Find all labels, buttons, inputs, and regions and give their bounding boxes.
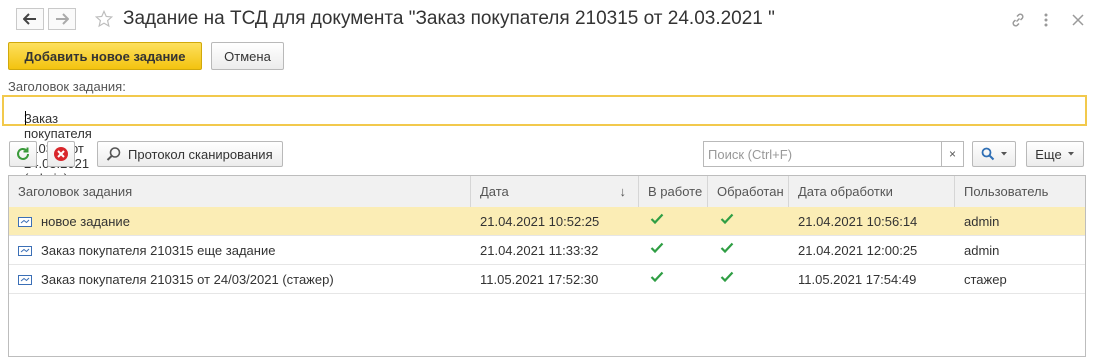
dropdown-arrow-icon bbox=[1067, 152, 1074, 156]
forward-arrow-icon bbox=[56, 13, 69, 25]
link-button[interactable] bbox=[1008, 10, 1028, 30]
check-icon bbox=[650, 213, 664, 225]
table-row[interactable]: Заказ покупателя 210315 от 24/03/2021 (с… bbox=[9, 265, 1085, 294]
refresh-icon bbox=[17, 147, 29, 160]
cell-date: 11.05.2021 17:52:30 bbox=[480, 272, 599, 287]
back-button[interactable] bbox=[16, 8, 44, 30]
search-input[interactable]: Поиск (Ctrl+F) bbox=[703, 141, 942, 167]
check-icon bbox=[720, 242, 734, 254]
search-icon bbox=[981, 147, 994, 161]
cell-user: стажер bbox=[964, 272, 1007, 287]
cell-date: 21.04.2021 11:33:32 bbox=[480, 243, 599, 258]
cell-processed-date: 11.05.2021 17:54:49 bbox=[798, 272, 917, 287]
cell-user: admin bbox=[964, 214, 1000, 229]
more-actions-label: Еще bbox=[1035, 146, 1062, 162]
cell-title: новое задание bbox=[41, 214, 130, 229]
task-title-label: Заголовок задания: bbox=[8, 79, 126, 94]
document-icon bbox=[18, 275, 32, 285]
more-menu-button[interactable] bbox=[1036, 10, 1056, 30]
close-icon bbox=[1072, 14, 1084, 26]
check-icon bbox=[720, 213, 734, 225]
close-button[interactable] bbox=[1068, 10, 1088, 30]
column-header-processed-date[interactable]: Дата обработки bbox=[789, 176, 955, 207]
refresh-button[interactable] bbox=[9, 141, 37, 167]
more-actions-button[interactable]: Еще bbox=[1026, 141, 1084, 167]
add-task-button[interactable]: Добавить новое задание bbox=[8, 42, 202, 70]
cell-title: Заказ покупателя 210315 еще задание bbox=[41, 243, 276, 258]
table-row[interactable]: Заказ покупателя 210315 еще задание 21.0… bbox=[9, 236, 1085, 265]
scan-log-button[interactable]: Протокол сканирования bbox=[97, 141, 283, 167]
cell-user: admin bbox=[964, 243, 1000, 258]
search-clear-button[interactable]: × bbox=[942, 141, 964, 167]
stop-button[interactable] bbox=[47, 141, 75, 167]
dropdown-arrow-icon bbox=[1000, 152, 1007, 156]
cell-title: Заказ покупателя 210315 от 24/03/2021 (с… bbox=[41, 272, 334, 287]
document-icon bbox=[18, 217, 32, 227]
search-options-button[interactable] bbox=[972, 141, 1016, 167]
back-arrow-icon bbox=[23, 13, 36, 25]
forward-button[interactable] bbox=[48, 8, 76, 30]
check-icon bbox=[720, 271, 734, 283]
column-header-title[interactable]: Заголовок задания bbox=[9, 176, 471, 207]
tasks-table[interactable]: Заголовок задания Дата ↓ В работе Обрабо… bbox=[8, 175, 1086, 357]
task-title-input[interactable]: Заказ покупателя 210315 от 24.03.2021 (a… bbox=[2, 95, 1087, 186]
cancel-button[interactable]: Отмена bbox=[211, 42, 284, 70]
page-title: Задание на ТСД для документа "Заказ поку… bbox=[123, 8, 775, 29]
stop-icon bbox=[54, 147, 68, 161]
cell-processed-date: 21.04.2021 10:56:14 bbox=[798, 214, 918, 229]
text-caret bbox=[25, 111, 26, 125]
link-icon bbox=[1012, 13, 1024, 27]
column-header-date[interactable]: Дата ↓ bbox=[471, 176, 639, 207]
star-icon bbox=[95, 10, 113, 28]
column-header-in-work[interactable]: В работе bbox=[639, 176, 708, 207]
scan-log-label: Протокол сканирования bbox=[128, 146, 273, 162]
check-icon bbox=[650, 242, 664, 254]
cell-date: 21.04.2021 10:52:25 bbox=[480, 214, 600, 229]
check-icon bbox=[650, 271, 664, 283]
table-row[interactable]: новое задание 21.04.2021 10:52:25 21.04.… bbox=[9, 207, 1085, 236]
cell-processed-date: 21.04.2021 12:00:25 bbox=[798, 243, 918, 258]
document-icon bbox=[18, 246, 32, 256]
table-header: Заголовок задания Дата ↓ В работе Обрабо… bbox=[9, 176, 1085, 208]
column-header-user[interactable]: Пользователь bbox=[955, 176, 1085, 207]
sort-desc-icon: ↓ bbox=[619, 184, 627, 199]
column-header-date-label: Дата bbox=[480, 184, 509, 199]
favorite-button[interactable] bbox=[94, 9, 114, 29]
more-vert-icon bbox=[1044, 13, 1048, 27]
column-header-processed[interactable]: Обработан bbox=[708, 176, 789, 207]
magnifier-icon bbox=[106, 147, 121, 161]
